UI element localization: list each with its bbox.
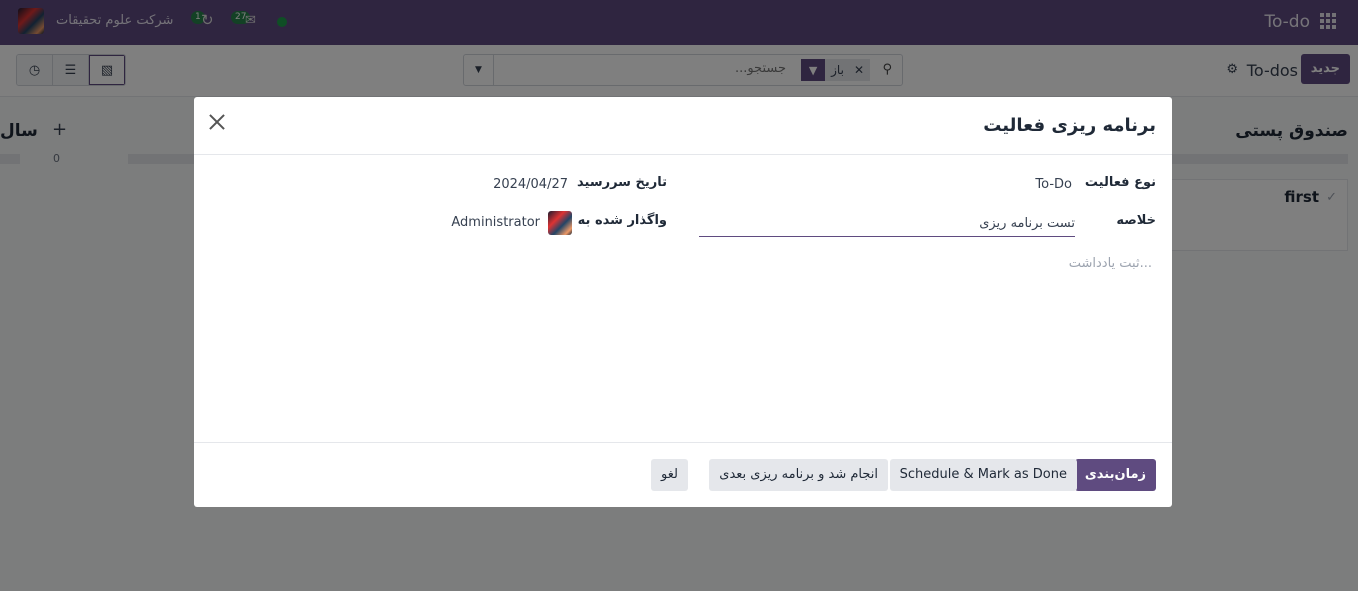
- due-date-label: تاریخ سررسید: [577, 175, 667, 190]
- modal-footer: زمان‌بندی Schedule & Mark as Done انجام …: [194, 442, 1172, 507]
- avatar: [548, 211, 572, 235]
- modal-title: برنامه ریزی فعالیت: [983, 115, 1156, 136]
- assigned-to-field[interactable]: Administrator: [451, 215, 540, 230]
- schedule-button[interactable]: زمان‌بندی: [1074, 459, 1156, 491]
- activity-type-label: نوع فعالیت: [1084, 175, 1156, 190]
- due-date-field[interactable]: 2024/04/27: [493, 177, 568, 192]
- activity-type-field[interactable]: To-Do: [1035, 177, 1072, 192]
- note-field[interactable]: ثبت یادداشت...: [1069, 256, 1152, 271]
- summary-label: خلاصه: [1116, 213, 1156, 228]
- close-icon[interactable]: [206, 111, 228, 133]
- schedule-mark-done-button[interactable]: Schedule & Mark as Done: [889, 459, 1077, 491]
- assigned-to-label: واگذار شده به: [577, 213, 667, 228]
- summary-input[interactable]: [699, 211, 1075, 237]
- modal-header: برنامه ریزی فعالیت: [194, 97, 1172, 155]
- schedule-activity-dialog: برنامه ریزی فعالیت نوع فعالیت To-Do تاری…: [194, 97, 1172, 507]
- cancel-button[interactable]: لغو: [651, 459, 688, 491]
- done-schedule-next-button[interactable]: انجام شد و برنامه ریزی بعدی: [709, 459, 888, 491]
